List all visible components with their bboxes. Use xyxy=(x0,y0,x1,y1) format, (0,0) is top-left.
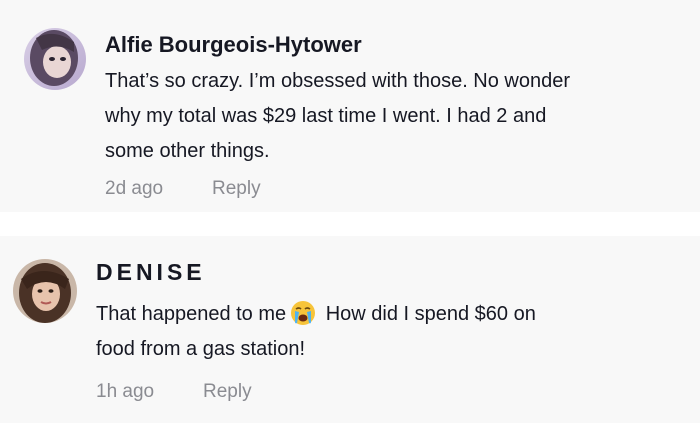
avatar-image xyxy=(24,28,86,90)
comment-username[interactable]: DENISE xyxy=(96,259,206,286)
comment-text-part: How did I spend $60 on xyxy=(320,303,536,325)
comment-text-part: That happened to me xyxy=(96,303,287,325)
comment-text: That happened to me How did I spend $60 … xyxy=(96,297,676,367)
comment-timestamp: 1h ago xyxy=(96,381,155,402)
comment-text-line: food from a gas station! xyxy=(96,338,306,360)
user-avatar[interactable] xyxy=(24,28,86,90)
loudly-crying-face-emoji-icon xyxy=(290,300,316,326)
comment-item: Alfie Bourgeois-Hytower That’s so crazy.… xyxy=(0,0,700,212)
comment-text-line: why my total was $29 last time I went. I… xyxy=(105,105,547,127)
comment-text: That’s so crazy. I’m obsessed with those… xyxy=(105,64,665,169)
user-avatar[interactable] xyxy=(13,259,77,323)
comment-username[interactable]: Alfie Bourgeois-Hytower xyxy=(105,32,362,58)
reply-button[interactable]: Reply xyxy=(212,178,261,200)
avatar-image xyxy=(13,259,77,323)
comments-list: Alfie Bourgeois-Hytower That’s so crazy.… xyxy=(0,0,700,423)
comment-text-line: That happened to me How did I spend $60 … xyxy=(96,297,676,332)
comment-text-line: some other things. xyxy=(105,140,270,162)
comment-timestamp: 2d ago xyxy=(105,178,164,199)
reply-button[interactable]: Reply xyxy=(203,381,252,403)
comment-text-line: That’s so crazy. I’m obsessed with those… xyxy=(105,70,571,92)
